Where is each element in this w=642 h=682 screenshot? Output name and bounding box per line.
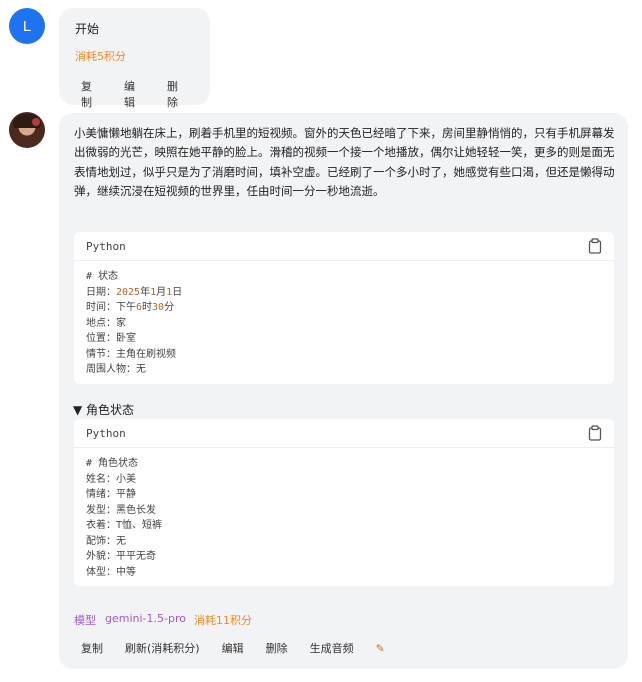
user-message-cost: 消耗5积分 bbox=[75, 50, 126, 63]
assistant-message-bubble: 小美慵懒地躺在床上，刷着手机里的短视频。窗外的天色已经暗了下来，房间里静悄悄的，… bbox=[59, 113, 628, 669]
assistant-actions: 复制 刷新(消耗积分) 编辑 删除 生成音频 ✎ bbox=[81, 640, 429, 656]
code-content: # 状态 日期：2025年1月1日 时间：下午6时30分 地点：家 位置：卧室 情节：主角… bbox=[86, 271, 183, 375]
character-code-block: Python # 角色状态 姓名：小美 情绪：平静 发型：黑色长发 衣着：T恤、短裤 配饰… bbox=[74, 419, 614, 586]
copy-button[interactable]: 复制 bbox=[81, 78, 102, 110]
pencil-icon: ✎ bbox=[375, 642, 385, 655]
edit-button[interactable]: 编辑 bbox=[124, 78, 145, 110]
code-content: # 角色状态 姓名：小美 情绪：平静 发型：黑色长发 衣着：T恤、短裤 配饰：无 外貌：平平… bbox=[86, 458, 163, 578]
user-message-bubble: 开始 消耗5积分 复制 编辑 删除 bbox=[59, 8, 210, 109]
character-status-toggle[interactable]: ▼ 角色状态 bbox=[73, 401, 134, 418]
user-avatar: L bbox=[9, 8, 45, 44]
user-actions: 复制 编辑 删除 bbox=[81, 78, 210, 110]
assistant-avatar bbox=[9, 112, 45, 148]
assistant-cost: 消耗11积分 bbox=[193, 614, 252, 627]
assistant-story-text: 小美慵懒地躺在床上，刷着手机里的短视频。窗外的天色已经暗了下来，房间里静悄悄的，… bbox=[74, 126, 615, 198]
user-message-text: 开始 bbox=[75, 22, 100, 36]
clipboard-icon[interactable] bbox=[588, 425, 602, 441]
delete-button[interactable]: 删除 bbox=[266, 640, 288, 656]
status-code-block: Python # 状态 日期：2025年1月1日 时间：下午6时30分 地点：家 位置：… bbox=[74, 232, 614, 384]
clipboard-icon[interactable] bbox=[588, 238, 602, 254]
edit-button[interactable]: 编辑 bbox=[222, 640, 244, 656]
model-label: 模型 bbox=[74, 614, 96, 627]
copy-button[interactable]: 复制 bbox=[81, 640, 103, 656]
model-name: gemini-1.5-pro bbox=[105, 612, 186, 625]
code-language-label: Python bbox=[86, 426, 126, 440]
model-info: 模型 gemini-1.5-pro 消耗11积分 bbox=[74, 612, 252, 628]
delete-button[interactable]: 删除 bbox=[167, 78, 188, 110]
refresh-button[interactable]: 刷新(消耗积分) bbox=[125, 640, 200, 656]
generate-audio-button[interactable]: 生成音频 ✎ bbox=[310, 640, 407, 656]
code-language-label: Python bbox=[86, 239, 126, 253]
